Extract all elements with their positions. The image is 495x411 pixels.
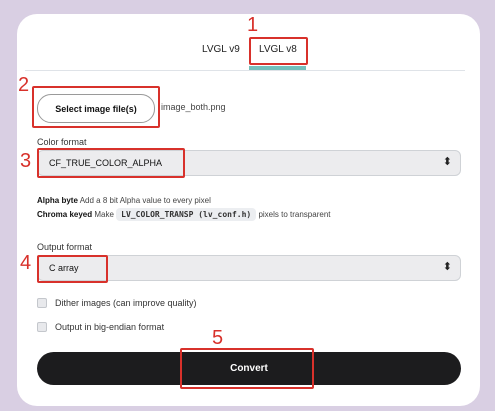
big-endian-option[interactable]: Output in big-endian format (37, 322, 164, 332)
color-format-label: Color format (37, 137, 87, 147)
dither-label: Dither images (can improve quality) (55, 298, 197, 308)
chroma-keyed-info: Chroma keyed Make LV_COLOR_TRANSP (lv_co… (37, 208, 331, 221)
annotation-box-2 (32, 86, 160, 128)
chroma-keyed-title: Chroma keyed (37, 210, 93, 219)
big-endian-label: Output in big-endian format (55, 322, 165, 332)
annotation-number-4: 4 (20, 252, 32, 274)
dither-checkbox[interactable] (37, 298, 47, 308)
select-arrows-icon: ⬍ (442, 156, 452, 168)
annotation-box-3 (37, 148, 185, 178)
annotation-box-5 (180, 348, 314, 389)
tab-divider (25, 70, 465, 71)
annotation-number-3: 3 (20, 150, 32, 172)
annotation-number-2: 2 (18, 74, 30, 96)
dither-option[interactable]: Dither images (can improve quality) (37, 298, 197, 308)
chroma-code: LV_COLOR_TRANSP (lv_conf.h) (116, 208, 257, 221)
alpha-byte-text: Add a 8 bit Alpha value to every pixel (79, 196, 211, 205)
alpha-byte-info: Alpha byte Add a 8 bit Alpha value to ev… (37, 196, 211, 205)
chroma-text-before: Make (94, 210, 114, 219)
tab-active-indicator (249, 66, 306, 70)
annotation-box-1 (249, 37, 308, 65)
annotation-number-1: 1 (247, 14, 259, 36)
chroma-text-after: pixels to transparent (258, 210, 331, 219)
alpha-byte-title: Alpha byte (37, 196, 78, 205)
output-format-label: Output format (37, 242, 93, 252)
annotation-box-4 (37, 255, 108, 283)
selected-filename: image_both.png (161, 102, 226, 112)
select-arrows-icon: ⬍ (442, 261, 452, 273)
tab-lvgl-v9[interactable]: LVGL v9 (202, 44, 240, 55)
big-endian-checkbox[interactable] (37, 322, 47, 332)
annotation-number-5: 5 (212, 327, 224, 349)
